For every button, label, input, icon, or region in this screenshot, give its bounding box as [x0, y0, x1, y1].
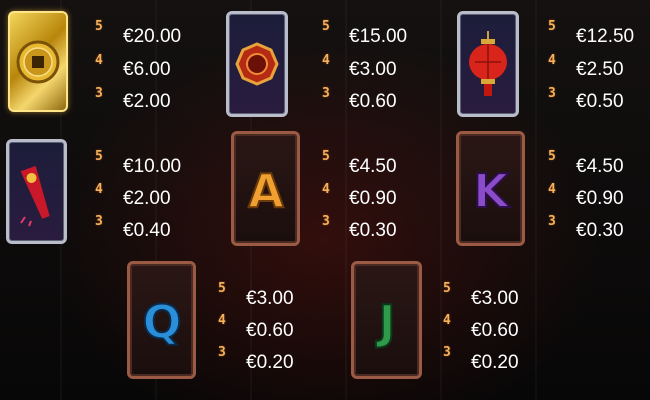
payout-value: €0.60 — [349, 91, 397, 112]
multiplier-3: 3 — [548, 214, 556, 229]
payout-value: €10.00 — [123, 156, 182, 177]
multiplier-4: 4 — [322, 182, 330, 197]
payout-value: €2.00 — [123, 188, 171, 209]
payout-value: €2.00 — [123, 91, 171, 112]
symbol-card-amulet — [226, 11, 288, 117]
multiplier-5: 5 — [548, 19, 556, 34]
letter-j-icon: J — [354, 264, 419, 376]
payout-value: €0.30 — [349, 220, 397, 241]
multiplier-5: 5 — [548, 149, 556, 164]
multiplier-3: 3 — [218, 345, 226, 360]
letter-q-icon: Q — [130, 264, 193, 376]
payout-value: €3.00 — [471, 288, 519, 309]
symbol-card-k: K — [456, 131, 525, 246]
multiplier-5: 5 — [322, 149, 330, 164]
payout-value: €0.50 — [576, 91, 624, 112]
multiplier-3: 3 — [322, 214, 330, 229]
gold-coin-icon — [10, 13, 66, 110]
multiplier-3: 3 — [95, 86, 103, 101]
multiplier-4: 4 — [548, 182, 556, 197]
red-lantern-icon — [460, 14, 516, 114]
multiplier-4: 4 — [218, 313, 226, 328]
payout-value: €6.00 — [123, 59, 171, 80]
multiplier-5: 5 — [95, 19, 103, 34]
multiplier-5: 5 — [95, 149, 103, 164]
multiplier-3: 3 — [443, 345, 451, 360]
payout-value: €0.60 — [246, 320, 294, 341]
payout-value: €0.20 — [471, 352, 519, 373]
multiplier-4: 4 — [443, 313, 451, 328]
symbol-card-firecracker — [6, 139, 67, 244]
symbol-card-lantern — [457, 11, 519, 117]
payout-value: €3.00 — [246, 288, 294, 309]
payout-value: €3.00 — [349, 59, 397, 80]
multiplier-4: 4 — [322, 53, 330, 68]
payout-value: €0.30 — [576, 220, 624, 241]
letter-k-icon: K — [459, 134, 522, 243]
payout-value: €20.00 — [123, 26, 182, 47]
svg-text:A: A — [248, 164, 284, 218]
payout-value: €0.40 — [123, 220, 171, 241]
symbol-card-j: J — [351, 261, 422, 379]
letter-a-icon: A — [234, 134, 297, 243]
payout-value: €2.50 — [576, 59, 624, 80]
multiplier-3: 3 — [95, 214, 103, 229]
red-amulet-icon — [229, 14, 285, 114]
multiplier-4: 4 — [548, 53, 556, 68]
svg-text:J: J — [375, 295, 395, 349]
payout-value: €12.50 — [576, 26, 635, 47]
svg-text:K: K — [473, 164, 511, 218]
payout-value: €0.90 — [576, 188, 624, 209]
payout-value: €15.00 — [349, 26, 408, 47]
symbol-card-coin — [8, 11, 68, 112]
multiplier-4: 4 — [95, 53, 103, 68]
firecracker-icon — [9, 142, 64, 241]
symbol-card-a: A — [231, 131, 300, 246]
payout-value: €0.20 — [246, 352, 294, 373]
multiplier-3: 3 — [322, 86, 330, 101]
svg-text:Q: Q — [142, 295, 181, 349]
payout-value: €0.60 — [471, 320, 519, 341]
payout-value: €4.50 — [576, 156, 624, 177]
multiplier-5: 5 — [443, 281, 451, 296]
multiplier-5: 5 — [322, 19, 330, 34]
payout-value: €0.90 — [349, 188, 397, 209]
payout-value: €4.50 — [349, 156, 397, 177]
multiplier-5: 5 — [218, 281, 226, 296]
multiplier-3: 3 — [548, 86, 556, 101]
symbol-card-q: Q — [127, 261, 196, 379]
multiplier-4: 4 — [95, 182, 103, 197]
